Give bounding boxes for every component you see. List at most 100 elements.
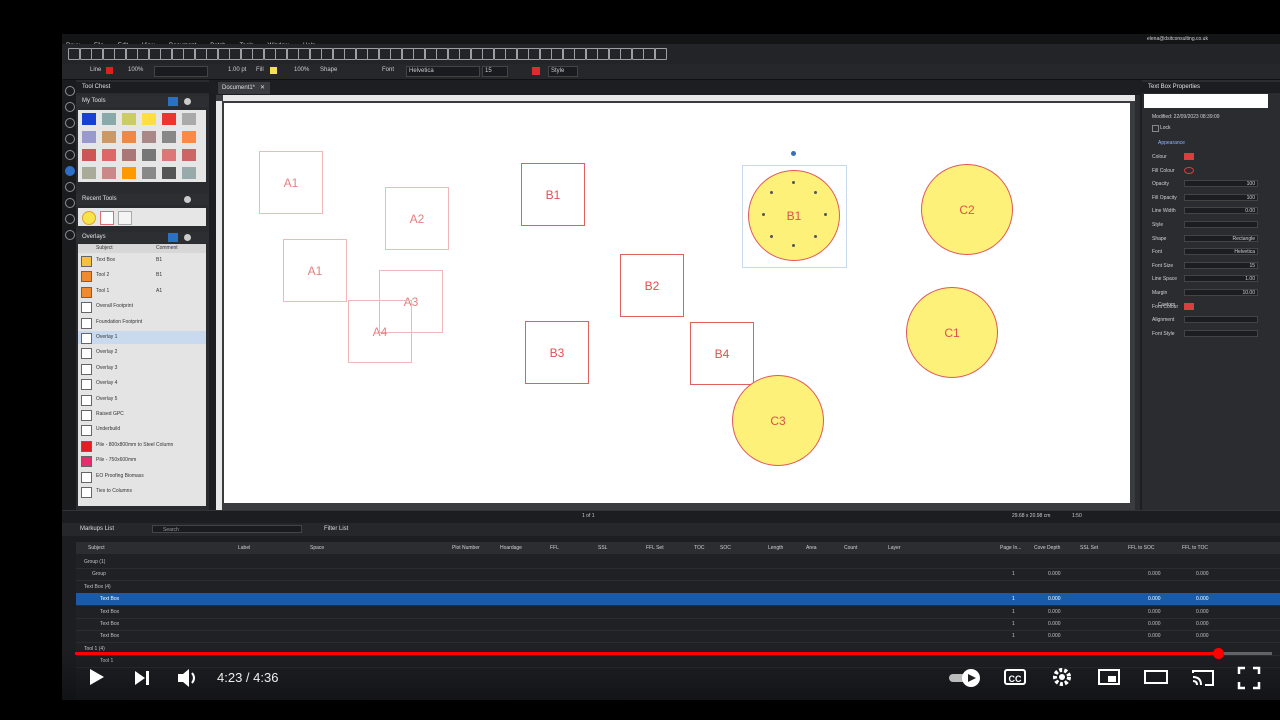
- overlays-header[interactable]: Overlays: [76, 232, 209, 243]
- toolbar-tool-icon[interactable]: [321, 48, 333, 60]
- toolbar-tool-icon[interactable]: [171, 48, 184, 60]
- overlay-list-item[interactable]: Tool 1 A1: [78, 285, 206, 298]
- markup-tool-icon[interactable]: [122, 113, 136, 125]
- lock-checkbox[interactable]: [1152, 125, 1159, 132]
- lock-row[interactable]: Lock: [1146, 123, 1276, 133]
- toolbar-tool-icon[interactable]: [574, 48, 586, 60]
- toolbar-tool-icon[interactable]: [401, 48, 414, 60]
- column-header[interactable]: Page In...: [1000, 542, 1021, 554]
- column-header[interactable]: Subject: [88, 542, 105, 554]
- markups-icon[interactable]: [65, 166, 75, 176]
- toolbar-tool-icon[interactable]: [539, 48, 552, 60]
- overlay-list-item[interactable]: Underbuild: [78, 423, 206, 437]
- toolbar-tool-icon[interactable]: [263, 48, 276, 60]
- page-indicator[interactable]: 1 of 1: [582, 513, 595, 519]
- toolbar-tool-icon[interactable]: [298, 48, 310, 60]
- box-a1-mid[interactable]: A1: [283, 239, 347, 302]
- toolbar-tool-icon[interactable]: [160, 48, 172, 60]
- column-header[interactable]: SSL Set: [1080, 542, 1098, 554]
- recent-text-tool[interactable]: [118, 211, 132, 225]
- property-value[interactable]: 0.00: [1184, 207, 1258, 215]
- markup-tool-icon[interactable]: [122, 131, 136, 143]
- overlay-list-item[interactable]: Overlay 4: [78, 377, 206, 391]
- toolbar-tool-icon[interactable]: [148, 48, 161, 60]
- close-icon[interactable]: ✕: [260, 82, 265, 94]
- line-color-swatch[interactable]: [106, 67, 113, 74]
- markup-tool-icon[interactable]: [162, 149, 176, 161]
- box-b3[interactable]: B3: [525, 321, 589, 384]
- toolbar-tool-icon[interactable]: [114, 48, 126, 60]
- toolbar-tool-icon[interactable]: [378, 48, 391, 60]
- settings-icon[interactable]: [184, 98, 191, 105]
- column-header[interactable]: TOC: [694, 542, 704, 554]
- property-value[interactable]: [1184, 316, 1258, 324]
- toolbar-tool-icon[interactable]: [631, 48, 644, 60]
- markup-tool-icon[interactable]: [182, 113, 196, 125]
- markup-tool-icon[interactable]: [142, 131, 156, 143]
- toolbar-tool-icon[interactable]: [562, 48, 575, 60]
- search-icon[interactable]: [65, 150, 75, 160]
- toolbar-tool-icon[interactable]: [585, 48, 598, 60]
- custom-row[interactable]: Custom: [1146, 300, 1276, 310]
- markup-tool-icon[interactable]: [162, 131, 176, 143]
- markup-table-row[interactable]: Text Box 1 0.000 0.000 0.000: [76, 593, 1280, 607]
- rotate-handle[interactable]: [791, 151, 796, 156]
- overlay-list-item[interactable]: Text Box B1: [78, 254, 206, 267]
- markup-tool-icon[interactable]: [82, 167, 96, 179]
- document-canvas[interactable]: A1 A2 A1 A3 A4 B1 B2 B3 B4 B1 C2 C1 C3: [216, 95, 1138, 512]
- property-value[interactable]: [1184, 221, 1258, 228]
- properties-icon[interactable]: [65, 134, 75, 144]
- circle-c2[interactable]: C2: [921, 164, 1013, 255]
- recent-tools-header[interactable]: Recent Tools: [76, 194, 209, 205]
- toolbar-tool-icon[interactable]: [597, 48, 609, 60]
- circle-c3[interactable]: C3: [732, 375, 824, 466]
- line-style-select[interactable]: [154, 66, 208, 77]
- toolbar-tool-icon[interactable]: [217, 48, 230, 60]
- overlay-list-item[interactable]: Pile - 750x600mm: [78, 454, 206, 468]
- markup-tool-icon[interactable]: [122, 149, 136, 161]
- overlay-list-item[interactable]: Foundation Footprint: [78, 316, 206, 329]
- toolbar-tool-icon[interactable]: [332, 48, 345, 60]
- circle-c1[interactable]: C1: [906, 287, 998, 378]
- column-header[interactable]: SSL: [598, 542, 607, 554]
- links-icon[interactable]: [65, 214, 75, 224]
- toolbar-tool-icon[interactable]: [79, 48, 92, 60]
- box-a2[interactable]: A2: [385, 187, 449, 250]
- resize-handle[interactable]: [762, 213, 765, 216]
- box-a4[interactable]: A4: [348, 300, 412, 363]
- font-color-swatch[interactable]: [532, 67, 540, 75]
- markup-tool-icon[interactable]: [102, 167, 116, 179]
- box-a1-top[interactable]: A1: [259, 151, 323, 214]
- column-header[interactable]: Plot Number: [452, 542, 480, 554]
- markup-table-row[interactable]: Text Box 1 0.000 0.000 0.000: [76, 618, 1280, 631]
- column-header[interactable]: Length: [768, 542, 783, 554]
- markup-tool-icon[interactable]: [182, 131, 196, 143]
- markup-table-row[interactable]: Text Box 1 0.000 0.000 0.000: [76, 630, 1280, 644]
- overlay-list-item[interactable]: Overlay 2: [78, 346, 206, 360]
- markup-tool-icon[interactable]: [102, 131, 116, 143]
- property-value[interactable]: 100: [1184, 180, 1258, 188]
- tool-mode-icon[interactable]: [168, 97, 178, 106]
- style-select[interactable]: Style: [548, 66, 578, 77]
- resize-handle[interactable]: [824, 213, 827, 216]
- tool-chest-icon[interactable]: [65, 86, 75, 96]
- markup-tool-icon[interactable]: [82, 113, 96, 125]
- tool-mode-icon[interactable]: [168, 233, 178, 242]
- toolbar-tool-icon[interactable]: [516, 48, 529, 60]
- overlay-list-item[interactable]: Overall Footprint: [78, 300, 206, 314]
- property-value[interactable]: 100: [1184, 193, 1258, 201]
- fullscreen-icon[interactable]: [1237, 666, 1261, 690]
- toolbar-tool-icon[interactable]: [286, 48, 299, 60]
- toolbar-tool-icon[interactable]: [528, 48, 540, 60]
- volume-icon[interactable]: [176, 667, 200, 689]
- toolbar-tool-icon[interactable]: [390, 48, 402, 60]
- column-header[interactable]: Count: [844, 542, 857, 554]
- toolbar-tool-icon[interactable]: [183, 48, 195, 60]
- property-value[interactable]: 1.00: [1184, 275, 1258, 283]
- resize-handle[interactable]: [814, 235, 817, 238]
- play-icon[interactable]: [86, 667, 106, 687]
- toolbar-tool-icon[interactable]: [102, 48, 115, 60]
- column-header[interactable]: FFL to SOC: [1128, 542, 1155, 554]
- markup-table-row[interactable]: Group 1 0.000 0.000 0.000: [76, 568, 1280, 582]
- toolbar-tool-icon[interactable]: [252, 48, 264, 60]
